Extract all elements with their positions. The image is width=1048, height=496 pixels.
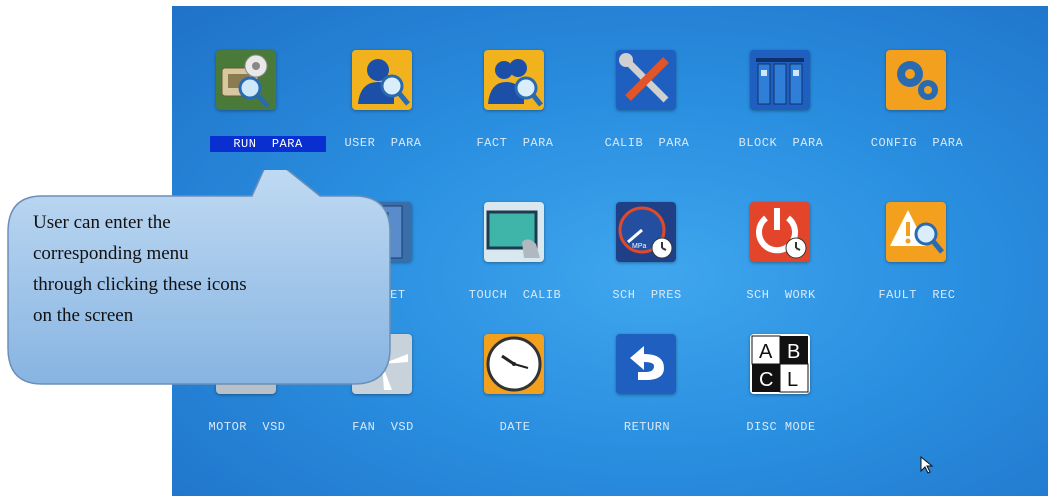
mouse-pointer-icon: [920, 456, 934, 474]
menu-item-sch-pres[interactable]: MPa SCH PRES: [572, 158, 722, 302]
menu-item-fault-rec[interactable]: FAULT REC: [842, 158, 992, 302]
disc-letter-c: C: [759, 369, 773, 391]
menu-item-block-para[interactable]: BLOCK PARA: [706, 6, 856, 150]
menu-item-label: MOTOR VSD: [208, 420, 286, 434]
menu-item-return[interactable]: RETURN: [572, 290, 722, 434]
menu-item-fact-para[interactable]: FACT PARA: [440, 6, 590, 150]
menu-item-sch-work[interactable]: SCH WORK: [706, 158, 856, 302]
menu-item-disc-mode[interactable]: A B C L DISC MODE: [706, 290, 856, 434]
callout-line: on the screen: [33, 305, 134, 326]
touch-calib-icon: [484, 202, 544, 262]
calib-para-icon: [616, 50, 676, 110]
disc-mode-icon: A B C L: [750, 334, 810, 394]
gauge-unit-label: MPa: [632, 243, 647, 250]
callout-line: through clicking these icons: [33, 274, 247, 295]
menu-item-label: CONFIG PARA: [870, 136, 964, 150]
menu-item-label: DISC MODE: [746, 420, 816, 434]
disc-letter-b: B: [787, 341, 800, 363]
fact-para-icon: [484, 50, 544, 110]
menu-item-label: BLOCK PARA: [738, 136, 824, 150]
menu-item-label: USER PARA: [344, 136, 422, 150]
menu-item-date[interactable]: DATE: [440, 290, 590, 434]
menu-item-calib-para[interactable]: CALIB PARA: [572, 6, 722, 150]
menu-item-label: CALIB PARA: [604, 136, 690, 150]
menu-item-label: FAULT REC: [878, 288, 956, 302]
return-icon: [616, 334, 676, 394]
menu-item-label: FAN VSD: [352, 420, 414, 434]
menu-item-config-para[interactable]: CONFIG PARA: [842, 6, 992, 150]
menu-item-user-para[interactable]: USER PARA: [308, 6, 458, 150]
run-para-icon: [216, 50, 276, 110]
callout-line: User can enter the: [33, 212, 171, 233]
clock-icon: [484, 334, 544, 394]
menu-item-label: RETURN: [623, 420, 671, 434]
sch-pres-icon: MPa: [616, 202, 676, 262]
fault-rec-icon: [886, 202, 946, 262]
disc-letter-l: L: [787, 369, 798, 391]
menu-item-label: DATE: [499, 420, 531, 434]
user-para-icon: [352, 50, 412, 110]
block-para-icon: [750, 50, 810, 110]
config-para-icon: [886, 50, 946, 110]
disc-letter-a: A: [759, 341, 773, 363]
callout-line: corresponding menu: [33, 243, 189, 264]
menu-item-run-para[interactable]: RUN PARA: [172, 6, 326, 152]
sch-work-icon: [750, 202, 810, 262]
menu-item-touch-calib[interactable]: TOUCH CALIB: [440, 158, 590, 302]
menu-item-label: FACT PARA: [476, 136, 554, 150]
callout-text: User can enter the corresponding menu th…: [33, 207, 353, 331]
